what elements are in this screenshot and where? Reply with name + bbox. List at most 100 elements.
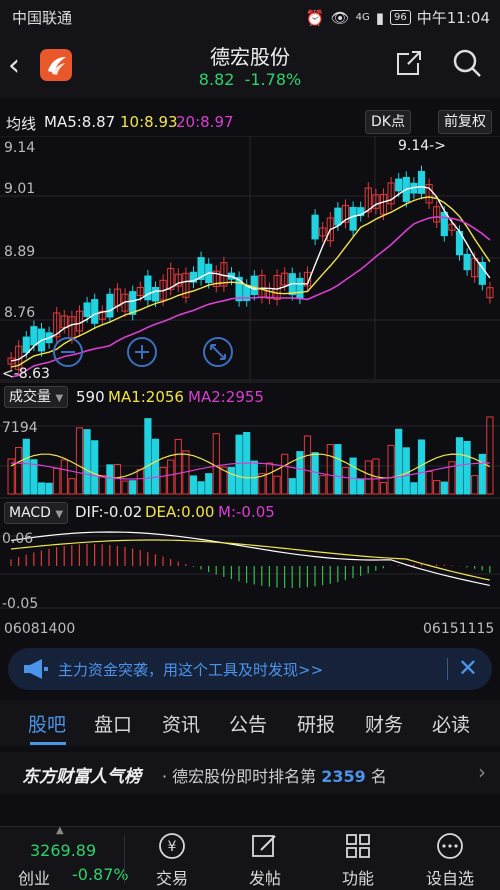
macd-dif: DIF:-0.02 [75,503,143,521]
banner-divider [447,658,448,680]
volume-bar [167,459,175,495]
tab-finance[interactable]: 财务 [365,710,403,737]
status-icons: ⏰ 👁 4G ▮ 96 中午11:04 [306,7,490,28]
volume-bars [7,416,494,495]
tab-must-read[interactable]: 必读 [432,710,470,737]
more-icon [437,833,463,859]
candle-body [417,170,426,194]
volume-bar [486,416,494,495]
candle-body [440,211,448,237]
dropdown-arrow-icon: ▼ [55,393,64,404]
fullscreen-icon[interactable] [203,337,233,367]
nav-trade-label: 交易 [155,869,188,888]
carrier-name: 中国联通 [12,9,73,27]
volume-bar [341,467,350,495]
volume-bar [235,434,243,495]
caret-up-icon: ▲ [56,825,64,836]
time-axis-end: 06151115 [423,621,494,637]
volume-bar [319,475,327,495]
ma20-value: 20:8.97 [176,113,234,131]
candle-body [463,253,471,271]
volume-bar [22,438,30,495]
nav-trade[interactable]: ¥ 交易 [134,827,210,890]
volume-bar [227,466,236,495]
nav-post-label: 发帖 [248,869,281,888]
volume-bar [410,482,418,495]
volume-bar [136,468,144,495]
volume-bar [37,482,46,495]
volume-indicator-select[interactable]: 成交量 ▼ [4,386,69,408]
chevron-right-icon: › [478,760,486,784]
index-ticker[interactable]: ▲ 3269.89 创业 -0.87% [0,825,129,890]
volume-bar [174,438,182,495]
volume-bar [159,466,167,495]
macd-m: M:-0.05 [218,503,275,521]
tab-guba[interactable]: 股吧 [28,710,66,737]
index-change: -0.87% [72,865,129,884]
ma10-value: 10:8.93 [120,113,178,131]
high-marker: 9.14-> [398,138,446,154]
nav-add-watchlist[interactable]: 设自选 [412,827,488,890]
ranking-prefix: · 德宏股份即时排名第 [162,767,317,786]
volume-bar [357,478,365,495]
index-value: 3269.89 [30,841,97,860]
megaphone-icon [24,659,48,679]
volume-bar [189,475,198,495]
stock-price: 8.82 [198,70,235,89]
alarm-icon: ⏰ [305,8,325,27]
battery-icon: 96 [390,10,411,25]
network-label: 4G [355,12,370,23]
volume-bar [60,459,68,495]
kline-ytick-1: 9.14 [4,140,35,156]
tab-research[interactable]: 研报 [297,710,335,737]
candle-body [334,207,342,226]
trade-icon: ¥ [159,833,185,859]
ranking-brand: 东方财富人气榜 [22,767,141,787]
nav-post[interactable]: 发帖 [227,827,303,890]
volume-bar [129,480,137,495]
volume-bar [83,429,91,495]
stock-header: ‹ 德宏股份 8.82 -1.78% [0,34,500,98]
volume-bar [281,453,289,495]
volume-bar [478,453,486,495]
volume-bar [151,438,160,495]
volume-bar [75,427,84,495]
ranking-text: · 德宏股份即时排名第 2359 名 [162,763,387,787]
index-name: 创业 [18,869,51,888]
grid-icon [346,834,370,858]
tab-news[interactable]: 资讯 [162,710,200,737]
promo-text: 主力资金突袭，用这个工具及时发现>> [58,661,324,679]
svg-text:¥: ¥ [168,839,177,855]
macd-lines [10,531,490,586]
share-icon[interactable] [396,50,422,76]
candle-body [395,178,403,192]
nav-functions[interactable]: 功能 [320,827,396,890]
status-bar: 中国联通 ⏰ 👁 4G ▮ 96 中午11:04 [0,0,500,34]
tab-pankou[interactable]: 盘口 [94,710,132,737]
tab-announcements[interactable]: 公告 [229,710,267,737]
volume-indicator-label: 成交量 [9,389,51,405]
volume-bar [15,447,23,495]
forward-adjust-button[interactable]: 前复权 [438,110,492,134]
search-icon[interactable] [452,48,482,78]
volume-bar [303,435,312,495]
volume-bar [387,444,395,495]
dk-point-button[interactable]: DK点 [365,110,411,134]
volume-bar [440,481,448,495]
candle-body [129,291,137,315]
zoom-in-icon[interactable] [127,337,157,367]
promo-banner[interactable]: 主力资金突袭，用这个工具及时发现>> ✕ [8,648,492,690]
volume-bar [106,464,114,495]
kline-ytick-4: 8.76 [4,305,35,321]
candle-body [22,336,30,353]
macd-indicator-label: MACD [9,505,51,521]
macd-indicator-select[interactable]: MACD ▼ [4,502,69,524]
close-icon[interactable]: ✕ [458,654,478,682]
volume-bar [326,444,334,495]
volume-bar [98,475,106,495]
volume-bar [311,452,319,495]
candle-body [106,293,114,318]
popularity-ranking[interactable]: 东方财富人气榜 · 德宏股份即时排名第 2359 名 › [0,752,500,794]
volume-bar [265,462,274,495]
volume-bar [349,457,357,495]
